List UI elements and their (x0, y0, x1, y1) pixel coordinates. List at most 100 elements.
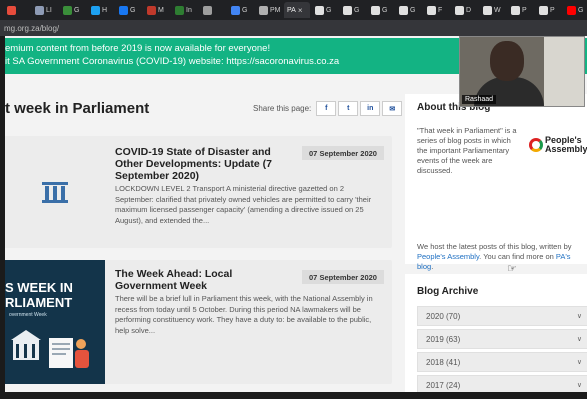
chevron-down-icon: ∨ (576, 382, 582, 389)
share-label: Share this page: (253, 104, 312, 113)
share-facebook-button[interactable]: f (316, 101, 337, 116)
post-excerpt: There will be a brief lull in Parliament… (115, 294, 373, 335)
tab-label: G (382, 6, 388, 14)
parliament-icon (42, 182, 68, 203)
browser-tab[interactable]: G (116, 2, 142, 18)
tab-favicon-icon (455, 5, 464, 15)
post-card[interactable]: COVID-19 State of Disaster and Other Dev… (5, 136, 392, 248)
about-blog-panel: About this blog "That week in Parliament… (405, 94, 587, 271)
tab-favicon-icon (91, 5, 100, 15)
participant-name: Rashaad (462, 95, 497, 104)
tab-label: F (438, 6, 443, 14)
browser-tab[interactable]: G (340, 2, 366, 18)
browser-tab[interactable]: G (312, 2, 338, 18)
archive-item-2020[interactable]: 2020 (70) ∨ (417, 306, 587, 326)
blog-archive-panel: Blog Archive 2020 (70) ∨ 2019 (63) ∨ 201… (405, 274, 587, 392)
browser-tab-strip: LIGHGMInGPMPA×GGGGFDWPPGGG+ (0, 0, 587, 20)
chevron-down-icon: ∨ (576, 313, 582, 320)
url-text[interactable]: mg.org.za/blog/ (4, 24, 59, 33)
browser-tab[interactable]: LI (32, 2, 58, 18)
browser-tab[interactable]: M (144, 2, 170, 18)
browser-tab[interactable]: G (396, 2, 422, 18)
browser-tab[interactable]: H (88, 2, 114, 18)
browser-tab[interactable]: D (452, 2, 478, 18)
tab-label: D (466, 6, 472, 14)
tab-label: G (130, 6, 136, 14)
logo-text-line2: Assembly (545, 144, 587, 154)
browser-tab[interactable]: G (60, 2, 86, 18)
post-excerpt: LOCKDOWN LEVEL 2 Transport A ministerial… (115, 184, 372, 225)
tab-favicon-icon (203, 5, 212, 15)
tab-label: G (74, 6, 80, 14)
browser-tab-active[interactable]: PA × (284, 2, 310, 18)
tab-favicon-icon (7, 5, 16, 15)
address-bar[interactable]: mg.org.za/blog/ (0, 20, 587, 36)
tab-favicon-icon (63, 5, 72, 15)
archive-item-label: 2020 (70) (426, 311, 461, 321)
tab-label: G (354, 6, 360, 14)
share-linkedin-button[interactable]: in (360, 101, 381, 116)
browser-tab[interactable]: In (172, 2, 198, 18)
tab-favicon-icon (343, 5, 352, 15)
tab-label: H (102, 6, 108, 14)
tab-favicon-icon (539, 5, 548, 15)
peoples-assembly-logo-icon (529, 138, 543, 152)
tab-favicon-icon (231, 5, 240, 15)
browser-tab[interactable]: W (480, 2, 506, 18)
note-prefix: We host the latest posts of this blog, w… (417, 242, 572, 251)
share-twitter-button[interactable]: t (338, 101, 359, 116)
screen-bottom-edge (0, 392, 587, 399)
logo-text: People's Assembly (545, 136, 587, 154)
archive-item-label: 2017 (24) (426, 380, 461, 390)
image-subheading: overnment Week (9, 312, 47, 318)
share-email-button[interactable]: ✉ (382, 101, 403, 116)
tab-favicon-icon (371, 5, 380, 15)
hand-cursor-icon: ☞ (507, 263, 517, 275)
tab-favicon-icon (147, 5, 156, 15)
post-card[interactable]: S WEEK IN RLIAMENT overnment Week The We… (5, 260, 392, 384)
tab-label: G (242, 6, 248, 14)
archive-item-2019[interactable]: 2019 (63) ∨ (417, 329, 587, 349)
tab-label: M (158, 6, 164, 14)
tab-favicon-icon (511, 5, 520, 15)
peoples-assembly-link[interactable]: People's Assembly (417, 252, 479, 261)
parliament-logo-image[interactable] (5, 136, 105, 248)
browser-tab[interactable] (200, 2, 226, 18)
tab-label: G (410, 6, 416, 14)
post-title[interactable]: The Week Ahead: Local Government Week (115, 268, 295, 292)
post-date-badge: 07 September 2020 (302, 270, 384, 284)
tab-favicon-icon (259, 5, 268, 15)
browser-tab[interactable]: G (564, 2, 587, 18)
week-in-parliament-image[interactable]: S WEEK IN RLIAMENT overnment Week (5, 260, 105, 384)
post-title[interactable]: COVID-19 State of Disaster and Other Dev… (115, 146, 295, 182)
note-middle: . You can find more on (479, 252, 556, 261)
tab-label: In (186, 6, 192, 14)
archive-title: Blog Archive (417, 286, 479, 297)
share-bar: Share this page: f t in ✉ (253, 101, 403, 116)
video-call-thumbnail[interactable]: Rashaad (459, 36, 585, 107)
about-text: "That week in Parliament" is a series of… (417, 126, 517, 175)
tab-label: P (550, 6, 555, 14)
tab-label: W (494, 6, 501, 14)
browser-tab[interactable]: P (536, 2, 562, 18)
peoples-assembly-logo[interactable]: People's Assembly (529, 136, 587, 154)
image-heading: S WEEK IN RLIAMENT (5, 280, 73, 310)
archive-item-2018[interactable]: 2018 (41) ∨ (417, 352, 587, 372)
archive-item-2017[interactable]: 2017 (24) ∨ (417, 375, 587, 392)
browser-tab[interactable]: G (228, 2, 254, 18)
archive-item-label: 2018 (41) (426, 357, 461, 367)
tab-label: LI (46, 6, 52, 14)
browser-tab[interactable] (4, 2, 30, 18)
browser-tab[interactable]: F (424, 2, 450, 18)
browser-tab[interactable]: G (368, 2, 394, 18)
archive-list: 2020 (70) ∨ 2019 (63) ∨ 2018 (41) ∨ 2017… (417, 306, 587, 392)
archive-item-label: 2019 (63) (426, 334, 461, 344)
browser-tab[interactable]: PM (256, 2, 282, 18)
tab-favicon-icon (175, 5, 184, 15)
browser-tab[interactable]: P (508, 2, 534, 18)
tab-label: PM (270, 6, 281, 14)
tab-favicon-icon (427, 5, 436, 15)
tab-favicon-icon (483, 5, 492, 15)
close-tab-icon[interactable]: × (298, 6, 303, 15)
note-suffix: . (431, 262, 434, 271)
